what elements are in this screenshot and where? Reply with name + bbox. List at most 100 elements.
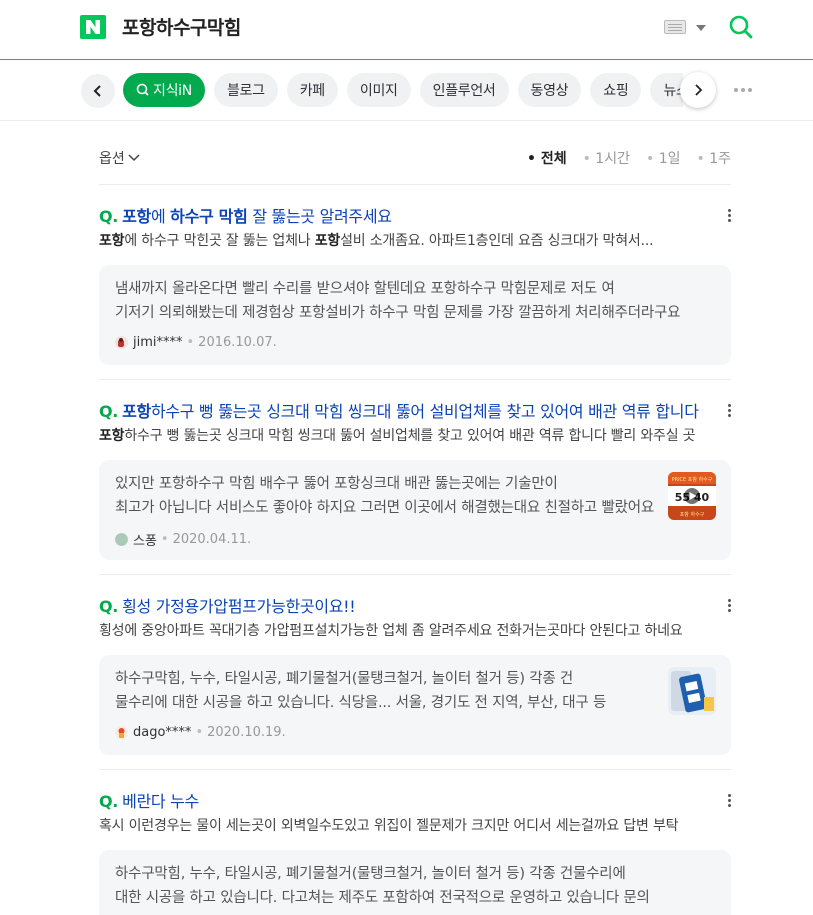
answer-line: 대한 시공을 하고 있습니다. 다고쳐는 제주도 포함하여 전국적으로 운영하고… <box>115 890 650 906</box>
avatar <box>115 726 128 739</box>
desc-text: 혹시 이런경우는 물이 세는곳이 외벽일수도있고 위집이 젤문제가 크지만 어디… <box>99 818 679 834</box>
answer-box[interactable]: 냄새까지 올라온다면 빨리 수리를 받으셔야 할텐데요 포항하수구 막힘문제로 … <box>99 265 731 365</box>
naver-logo[interactable] <box>80 15 106 39</box>
answer-line: 냄새까지 올라온다면 빨리 수리를 받으셔야 할텐데요 포항하수구 막힘문제로 … <box>115 281 615 297</box>
tab-image[interactable]: 이미지 <box>346 73 411 107</box>
title-highlight: 하수구 막힘 <box>170 207 248 226</box>
result-description: 혹시 이런경우는 물이 세는곳이 외벽일수도있고 위집이 젤문제가 크지만 어디… <box>99 815 731 835</box>
divider <box>99 769 731 770</box>
question-mark: Q. <box>99 207 119 226</box>
result-item: Q. 포항하수구 뻥 뚫는곳 싱크대 막힘 씽크대 뚫어 설비업체를 찾고 있어여… <box>99 398 731 568</box>
search-query[interactable]: 포항하수구막힘 <box>122 13 241 40</box>
question-mark: Q. <box>99 597 119 616</box>
kebab-menu-icon[interactable] <box>728 404 731 419</box>
period-1d[interactable]: 1일 <box>646 148 681 168</box>
meta-separator: • <box>195 725 204 740</box>
answer-box[interactable]: 있지만 포항하수구 막힘 배수구 뚫어 포항싱크대 배관 뚫는곳에는 기술만이 … <box>99 460 731 560</box>
divider <box>99 379 731 380</box>
result-title[interactable]: Q. 횡성 가정용가압펌프가능한곳이요!! <box>99 593 704 617</box>
answer-box[interactable]: 하수구막힘, 누수, 타일시공, 폐기물철거(물탱크철거, 놀이터 철거 등) … <box>99 850 731 915</box>
tab-cafe[interactable]: 카페 <box>286 73 338 107</box>
result-description: 포항하수구 뻥 뚫는곳 싱크대 막힘 씽크대 뚫어 설비업체를 찾고 있어여 배… <box>99 425 731 445</box>
result-title[interactable]: Q. 포항하수구 뻥 뚫는곳 싱크대 막힘 씽크대 뚫어 설비업체를 찾고 있어여… <box>99 398 704 422</box>
question-mark: Q. <box>99 402 119 421</box>
answer-meta: jimi**** • 2016.10.07. <box>115 335 277 350</box>
result-item: Q. 포항에 하수구 막힘 잘 뚫는곳 알려주세요 포항에 하수구 막힌곳 잘 뚫… <box>99 203 731 373</box>
chevron-down-icon[interactable] <box>696 25 706 31</box>
title-text: 베란다 누수 <box>122 792 199 811</box>
answer-line: 물수리에 대한 시공을 하고 있습니다. 식당을... 서울, 경기도 전 지역… <box>115 695 607 711</box>
search-header: 포항하수구막힘 <box>0 0 813 60</box>
tab-label: 인플루언서 <box>432 83 496 99</box>
title-highlight: 포항 <box>122 207 151 226</box>
answer-user[interactable]: dago**** <box>133 725 191 740</box>
result-title[interactable]: Q. 포항에 하수구 막힘 잘 뚫는곳 알려주세요 <box>99 203 704 227</box>
thumb-top-text: PRICE 포항 하수구 <box>672 476 713 483</box>
jisik-q-icon <box>136 83 149 96</box>
kebab-menu-icon[interactable] <box>728 599 731 614</box>
period-1w[interactable]: 1주 <box>696 148 731 168</box>
more-tabs-icon[interactable] <box>734 88 752 92</box>
tab-influencer[interactable]: 인플루언서 <box>419 73 509 107</box>
chevron-left-icon <box>93 85 101 97</box>
desc-highlight: 포항 <box>99 428 125 444</box>
tab-prev-button[interactable] <box>81 74 115 108</box>
period-1h[interactable]: 1시간 <box>583 148 630 168</box>
options-toggle[interactable]: 옵션 <box>99 148 140 168</box>
desc-text: 횡성에 중앙아파트 꼭대기층 가압펌프설치가능한 업체 좀 알려주세요 전화거는… <box>99 623 683 639</box>
title-text: 잘 뚫는곳 알려주세요 <box>247 207 392 226</box>
answer-line: 최고가 아닙니다 서비스도 좋아야 하지요 그러면 이곳에서 해결했는대요 친절… <box>115 500 654 516</box>
tab-label: 블로그 <box>226 83 265 99</box>
answer-line: 하수구막힘, 누수, 타일시공, 폐기물철거(물탱크철거, 놀이터 철거 등) … <box>115 866 626 882</box>
answer-meta: dago**** • 2020.10.19. <box>115 725 286 740</box>
desc-text: 설비 소개좀요. 아파트1층인데 요즘 싱크대가 막혀서... <box>340 233 654 249</box>
answer-text: 하수구막힘, 누수, 타일시공, 폐기물철거(물탱크철거, 놀이터 철거 등) … <box>115 862 715 910</box>
options-label: 옵션 <box>99 151 125 167</box>
desc-text: 에 하수구 막힌곳 잘 뚫는 업체나 <box>124 233 315 249</box>
title-text: 에 <box>150 207 171 226</box>
answer-line: 기저기 의뢰해봤는데 제경험상 포항설비가 하수구 막힘 문제를 가장 깔끔하게… <box>115 305 681 321</box>
tab-news[interactable]: 뉴스 <box>650 73 683 107</box>
answer-text: 있지만 포항하수구 막힘 배수구 뚫어 포항싱크대 배관 뚫는곳에는 기술만이 … <box>115 472 655 520</box>
tab-list: 지식iN 블로그 카페 이미지 인플루언서 동영상 쇼핑 뉴스 <box>123 73 683 109</box>
tab-shopping[interactable]: 쇼핑 <box>590 73 642 107</box>
divider <box>99 574 731 575</box>
tab-next-button[interactable] <box>680 72 716 108</box>
answer-line: 하수구막힘, 누수, 타일시공, 폐기물철거(물탱크철거, 놀이터 철거 등) … <box>115 671 574 687</box>
keyboard-icon[interactable] <box>664 20 686 34</box>
meta-separator: • <box>160 532 169 547</box>
tab-label: 이미지 <box>359 83 398 99</box>
avatar <box>115 336 128 349</box>
title-highlight: 포항 <box>122 402 151 421</box>
tab-jisik-in[interactable]: 지식iN <box>123 73 205 107</box>
tab-label: 쇼핑 <box>603 83 629 99</box>
answer-text: 냄새까지 올라온다면 빨리 수리를 받으셔야 할텐데요 포항하수구 막힘문제로 … <box>115 277 715 325</box>
desc-highlight: 포항 <box>99 233 125 249</box>
desc-text: 하수구 뻥 뚫는곳 싱크대 막힘 씽크대 뚫어 설비업체를 찾고 있어여 배관 … <box>124 428 696 444</box>
result-item: Q. 베란다 누수 혹시 이런경우는 물이 세는곳이 외벽일수도있고 위집이 젤문… <box>99 788 731 915</box>
answer-user[interactable]: 스퐁 <box>133 530 157 549</box>
tab-video[interactable]: 동영상 <box>517 73 582 107</box>
tab-label: 카페 <box>299 83 325 99</box>
tab-label: 동영상 <box>530 83 569 99</box>
answer-date: 2020.04.11. <box>172 532 252 547</box>
tab-blog[interactable]: 블로그 <box>213 73 278 107</box>
search-icon[interactable] <box>728 14 754 40</box>
result-title[interactable]: Q. 베란다 누수 <box>99 788 704 812</box>
kebab-menu-icon[interactable] <box>728 794 731 809</box>
chevron-down-icon <box>128 154 140 162</box>
kebab-menu-icon[interactable] <box>728 209 731 224</box>
title-text: 횡성 가정용가압펌프가능한곳이요!! <box>122 597 356 616</box>
period-all[interactable]: 전체 <box>527 148 567 168</box>
answer-box[interactable]: 하수구막힘, 누수, 타일시공, 폐기물철거(물탱크철거, 놀이터 철거 등) … <box>99 655 731 755</box>
answer-text: 하수구막힘, 누수, 타일시공, 폐기물철거(물탱크철거, 놀이터 철거 등) … <box>115 667 655 715</box>
search-tabs-bar: 지식iN 블로그 카페 이미지 인플루언서 동영상 쇼핑 뉴스 <box>0 61 813 121</box>
answer-thumbnail[interactable] <box>668 667 716 715</box>
answer-meta: 스퐁 • 2020.04.11. <box>115 530 251 549</box>
answer-date: 2020.10.19. <box>207 725 286 740</box>
answer-line: 있지만 포항하수구 막힘 배수구 뚫어 포항싱크대 배관 뚫는곳에는 기술만이 <box>115 476 558 492</box>
period-filter: 전체 1시간 1일 1주 <box>527 148 731 168</box>
answer-user[interactable]: jimi**** <box>133 335 183 350</box>
video-thumbnail[interactable]: PRICE 포항 하수구 55 40 포항 하수구 <box>668 472 716 520</box>
desc-highlight: 포항 <box>314 233 341 249</box>
